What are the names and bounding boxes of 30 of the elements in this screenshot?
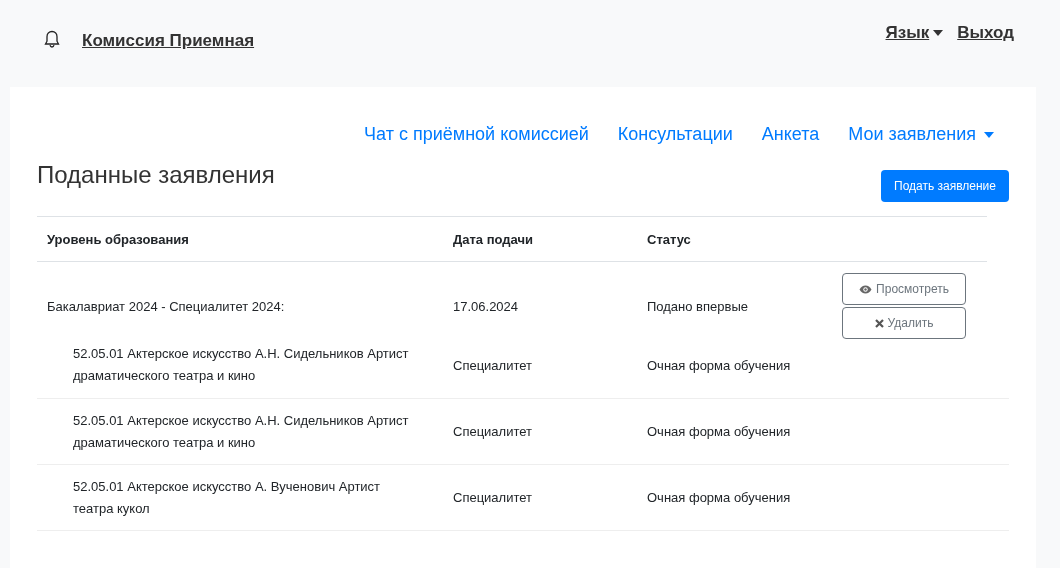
nav-link[interactable]: Мои заявления [848,122,994,147]
table-cell-text: Очная форма обучения [647,424,792,439]
column-header: Статус [647,231,692,247]
table-cell-text: Очная форма обучения [647,357,792,373]
table-cell-text: Подано впервые [647,298,749,314]
site-title-link[interactable]: Комиссия Приемная [82,31,255,51]
delete-button[interactable]: Удалить [842,307,966,339]
table-cell-text: 52.05.01 Актерское искусство А.Н. Сидельников Артист драматического театра и кино [72,411,410,452]
submit-application-button[interactable]: Подать заявление [881,170,1009,202]
column-header: Дата подачи [453,231,535,247]
view-button[interactable]: Просмотреть [842,273,966,305]
language-menu[interactable]: Язык [885,23,944,43]
nav-link[interactable]: Консультации [617,122,733,147]
table-cell-text: 17.06.2024 [453,298,520,314]
table-cell-text: Очная форма обучения [647,490,792,505]
table-cell-text: 52.05.01 Актерское искусство А. Вученович Артист театра кукол [72,477,382,518]
table-cell-text: Специалитет [453,424,533,439]
close-icon [874,318,884,328]
table-cell-text: 52.05.01 Актерское искусство А.Н. Сидельников Артист драматического театра и кино [72,345,410,385]
table-cell-text: Специалитет [453,357,533,373]
eye-icon [859,284,873,294]
nav-link[interactable]: Анкета [761,122,820,147]
column-header: Уровень образования [46,231,190,247]
table-cell-text: Бакалавриат 2024 - Специалитет 2024: [46,298,286,314]
table-cell-text: Специалитет [453,490,533,505]
bell-icon[interactable] [44,30,60,48]
logout-link[interactable]: Выход [957,23,1014,43]
nav-link[interactable]: Чат с приёмной комиссией [364,122,589,147]
page-heading: Поданные заявления [37,161,275,189]
caret-icon [984,131,994,138]
